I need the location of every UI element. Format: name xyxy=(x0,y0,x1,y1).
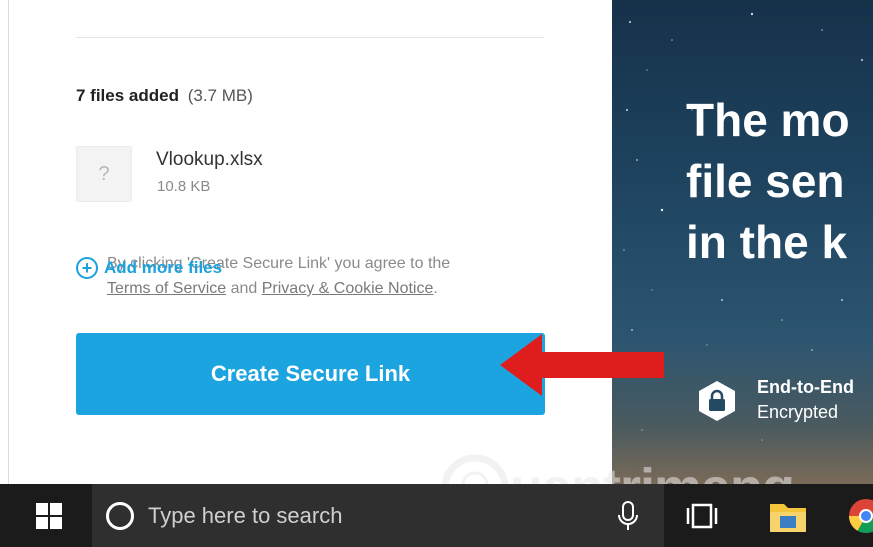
file-explorer-icon[interactable] xyxy=(766,494,810,538)
privacy-notice-link[interactable]: Privacy & Cookie Notice xyxy=(262,280,434,297)
agreement-suffix: . xyxy=(433,280,438,297)
agreement-and: and xyxy=(230,280,258,297)
file-size: 10.8 KB xyxy=(157,178,211,195)
total-size: (3.7 MB) xyxy=(187,86,253,105)
plus-circle-icon: + xyxy=(76,257,98,279)
create-secure-link-button[interactable]: Create Secure Link xyxy=(76,333,545,415)
hero-headline-line: file sen xyxy=(686,155,845,207)
red-arrow-annotation xyxy=(500,334,664,396)
lock-shield-icon xyxy=(699,381,735,421)
hero-headline: The mo file sen in the k xyxy=(686,90,873,273)
microphone-icon[interactable] xyxy=(616,500,640,532)
task-view-icon[interactable] xyxy=(686,502,718,530)
cortana-circle-icon xyxy=(106,501,134,530)
encryption-feature: End-to-End Encrypted xyxy=(757,375,854,425)
search-placeholder: Type here to search xyxy=(148,502,343,528)
files-count: 7 files added xyxy=(76,86,179,105)
start-button[interactable] xyxy=(9,484,89,547)
panel-border xyxy=(8,0,9,484)
top-divider xyxy=(76,37,544,38)
windows-taskbar: Type here to search xyxy=(0,484,873,547)
feature-title: End-to-End xyxy=(757,377,854,397)
taskbar-search-box[interactable]: Type here to search xyxy=(92,484,664,547)
chrome-icon[interactable] xyxy=(848,498,873,534)
file-thumbnail-icon: ? xyxy=(76,146,132,202)
hero-headline-line: in the k xyxy=(686,216,848,268)
add-more-files-label: Add more files xyxy=(104,258,223,277)
feature-subtitle: Encrypted xyxy=(757,402,839,422)
hero-headline-line: The mo xyxy=(686,94,850,146)
upload-panel: 7 files added (3.7 MB) ? Vlookup.xlsx 10… xyxy=(0,0,612,484)
hero-panel: The mo file sen in the k End-to-End Encr… xyxy=(612,0,873,484)
file-name: Vlookup.xlsx xyxy=(156,149,263,170)
upload-summary: 7 files added (3.7 MB) xyxy=(76,86,253,106)
screen: 7 files added (3.7 MB) ? Vlookup.xlsx 10… xyxy=(0,0,873,547)
windows-logo-icon xyxy=(36,502,62,529)
terms-of-service-link[interactable]: Terms of Service xyxy=(107,280,226,297)
add-more-files-button[interactable]: + Add more files xyxy=(76,256,222,280)
